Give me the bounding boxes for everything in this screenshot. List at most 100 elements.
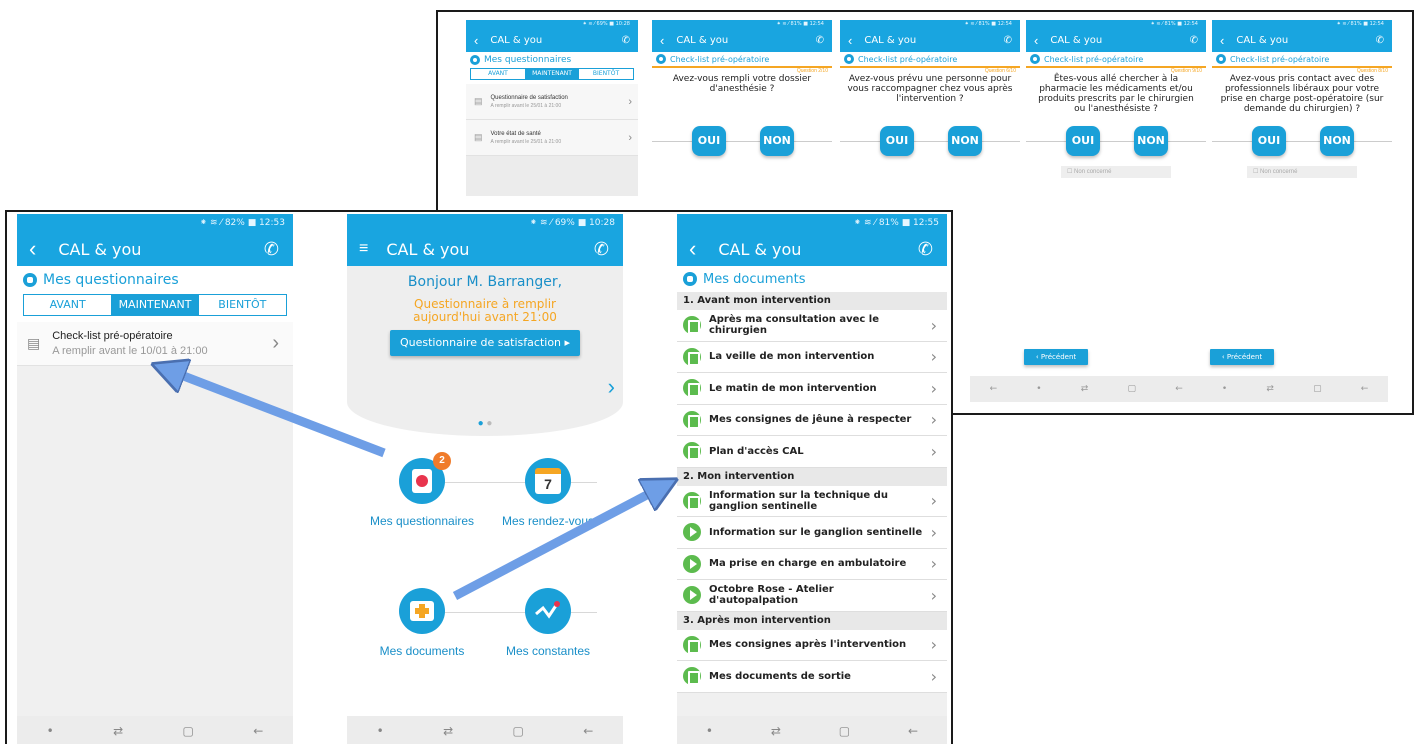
not-concerned-option[interactable]: ☐ Non concerné	[1061, 166, 1171, 178]
back-icon[interactable]: ←	[990, 384, 998, 394]
answer-yes-button[interactable]: OUI	[692, 126, 726, 156]
app-title: CAL & you	[676, 34, 729, 46]
tile-vitals[interactable]: Mes constantes	[483, 588, 613, 658]
back-icon[interactable]: ←	[1175, 384, 1183, 394]
overview-icon[interactable]: ▢	[513, 724, 524, 738]
back-icon[interactable]: ‹	[474, 33, 478, 48]
home-dot-icon[interactable]: •	[377, 724, 384, 738]
chevron-right-icon: ›	[930, 666, 937, 686]
questionnaire-icon	[23, 273, 37, 287]
document-row[interactable]: Ma prise en charge en ambulatoire ›	[677, 548, 947, 580]
tile-appointments[interactable]: 7 Mes rendez-vous	[483, 458, 613, 528]
clipboard-icon: ▤	[474, 96, 483, 106]
document-row[interactable]: Mes documents de sortie ›	[677, 661, 947, 693]
checklist-icon	[656, 54, 666, 64]
tab-avant[interactable]: AVANT	[471, 69, 525, 79]
tab-bientot[interactable]: BIENTÔT	[199, 295, 286, 315]
status-bar: ⁕ ≋ ⁄ 81% ■ 12:54	[1212, 20, 1392, 28]
list-item[interactable]: ▤ Questionnaire de satisfaction A rempli…	[466, 84, 638, 120]
document-row[interactable]: Mes consignes de jêune à respecter ›	[677, 404, 947, 436]
back-icon[interactable]: ‹	[29, 236, 36, 262]
home-dot-icon[interactable]: •	[706, 724, 713, 738]
overview-icon[interactable]: ▢	[839, 724, 850, 738]
tab-maintenant[interactable]: MAINTENANT	[111, 295, 199, 315]
document-row[interactable]: Octobre Rose - Atelier d'autopalpation ›	[677, 580, 947, 612]
back-icon[interactable]: ‹	[1034, 33, 1038, 48]
back-icon[interactable]: ←	[583, 724, 593, 738]
phone-add-icon[interactable]: ✆	[622, 35, 630, 46]
document-row[interactable]: Le matin de mon intervention ›	[677, 373, 947, 405]
document-label: Plan d'accès CAL	[709, 445, 804, 457]
back-icon[interactable]: ‹	[848, 33, 852, 48]
recent-apps-icon[interactable]: ⇄	[113, 724, 123, 738]
answer-no-button[interactable]: NON	[948, 126, 982, 156]
back-icon[interactable]: ‹	[689, 236, 696, 262]
document-group-header: 1. Avant mon intervention	[677, 292, 947, 310]
calendar-icon: 7	[525, 458, 571, 504]
app-title: CAL & you	[1236, 34, 1289, 46]
home-dot-icon[interactable]: •	[47, 724, 54, 738]
recent-apps-icon[interactable]: ⇄	[443, 724, 453, 738]
previous-button[interactable]: ‹ Précédent	[1210, 349, 1274, 365]
phone-add-icon[interactable]: ✆	[816, 35, 824, 46]
recent-apps-icon[interactable]: ⇄	[771, 724, 781, 738]
question-panel: ⁕ ≋ ⁄ 81% ■ 12:54 ‹ CAL & you ✆ Check-list p…	[1026, 20, 1206, 210]
document-row[interactable]: Information sur la technique du ganglion…	[677, 485, 947, 517]
back-icon[interactable]: ←	[253, 724, 263, 738]
overview-icon[interactable]: ▢	[1128, 384, 1137, 394]
status-bar: ⁕ ≋ ⁄ 81% ■ 12:54	[840, 20, 1020, 28]
phone-add-icon[interactable]: ✆	[918, 239, 933, 260]
video-play-icon	[683, 586, 701, 605]
not-concerned-option[interactable]: ☐ Non concerné	[1247, 166, 1357, 178]
tile-documents[interactable]: Mes documents	[357, 588, 487, 658]
tile-questionnaires[interactable]: 2 Mes questionnaires	[357, 452, 487, 528]
answer-yes-button[interactable]: OUI	[880, 126, 914, 156]
list-item[interactable]: ▤ Check-list pré-opératoire A remplir av…	[17, 322, 293, 366]
back-icon[interactable]: ←	[1361, 384, 1369, 394]
item-subtitle: A remplir avant le 25/01 à 21:00	[490, 102, 562, 109]
recent-apps-icon[interactable]: ⇄	[1081, 384, 1089, 394]
phone-add-icon[interactable]: ✆	[1190, 35, 1198, 46]
phone-add-icon[interactable]: ✆	[1004, 35, 1012, 46]
home-dot-icon[interactable]: •	[1222, 384, 1227, 394]
answer-no-button[interactable]: NON	[1320, 126, 1354, 156]
back-icon[interactable]: ←	[908, 724, 918, 738]
carousel-dots[interactable]: ● ●	[347, 418, 623, 429]
tab-bientot[interactable]: BIENTÔT	[579, 69, 633, 79]
phone-add-icon[interactable]: ✆	[594, 239, 609, 260]
menu-icon[interactable]: ≡	[359, 240, 368, 258]
tab-avant[interactable]: AVANT	[24, 295, 111, 315]
app-bar: ‹ CAL & you ✆	[17, 232, 293, 266]
tabs: AVANT MAINTENANT BIENTÔT	[23, 294, 287, 316]
questionnaire-cta-button[interactable]: Questionnaire de satisfaction ▸	[390, 330, 580, 356]
tab-maintenant[interactable]: MAINTENANT	[525, 69, 579, 79]
answer-no-button[interactable]: NON	[1134, 126, 1168, 156]
overview-icon[interactable]: ▢	[183, 724, 194, 738]
question-panel: ⁕ ≋ ⁄ 81% ■ 12:54 ‹ CAL & you ✆ Check-list p…	[652, 20, 832, 210]
app-bar: ‹ CAL & you ✆	[1212, 28, 1392, 52]
phone-add-icon[interactable]: ✆	[264, 239, 279, 260]
document-row[interactable]: Après ma consultation avec le chirurgien…	[677, 310, 947, 342]
recent-apps-icon[interactable]: ⇄	[1266, 384, 1274, 394]
answer-yes-button[interactable]: OUI	[1252, 126, 1286, 156]
greeting-card: Bonjour M. Barranger, Questionnaire à re…	[347, 266, 623, 436]
checklist-icon	[1030, 54, 1040, 64]
document-label: Information sur la technique du ganglion…	[709, 489, 888, 512]
back-icon[interactable]: ‹	[1220, 33, 1224, 48]
back-icon[interactable]: ‹	[660, 33, 664, 48]
notification-badge: 2	[433, 452, 451, 470]
previous-button[interactable]: ‹ Précédent	[1024, 349, 1088, 365]
answer-no-button[interactable]: NON	[760, 126, 794, 156]
phone-add-icon[interactable]: ✆	[1376, 35, 1384, 46]
document-row[interactable]: Mes consignes après l'intervention ›	[677, 629, 947, 661]
overview-icon[interactable]: ▢	[1313, 384, 1322, 394]
chevron-right-icon[interactable]: ›	[608, 374, 615, 400]
document-row[interactable]: Information sur le ganglion sentinelle ›	[677, 517, 947, 549]
chevron-right-icon: ›	[930, 554, 937, 574]
answer-yes-button[interactable]: OUI	[1066, 126, 1100, 156]
document-row[interactable]: La veille de mon intervention ›	[677, 341, 947, 373]
list-item[interactable]: ▤ Votre état de santé A remplir avant le…	[466, 120, 638, 156]
home-dot-icon[interactable]: •	[1036, 384, 1041, 394]
document-row[interactable]: Plan d'accès CAL ›	[677, 436, 947, 468]
questionnaire-header: Mes questionnaires AVANT MAINTENANT BIEN…	[17, 266, 293, 322]
